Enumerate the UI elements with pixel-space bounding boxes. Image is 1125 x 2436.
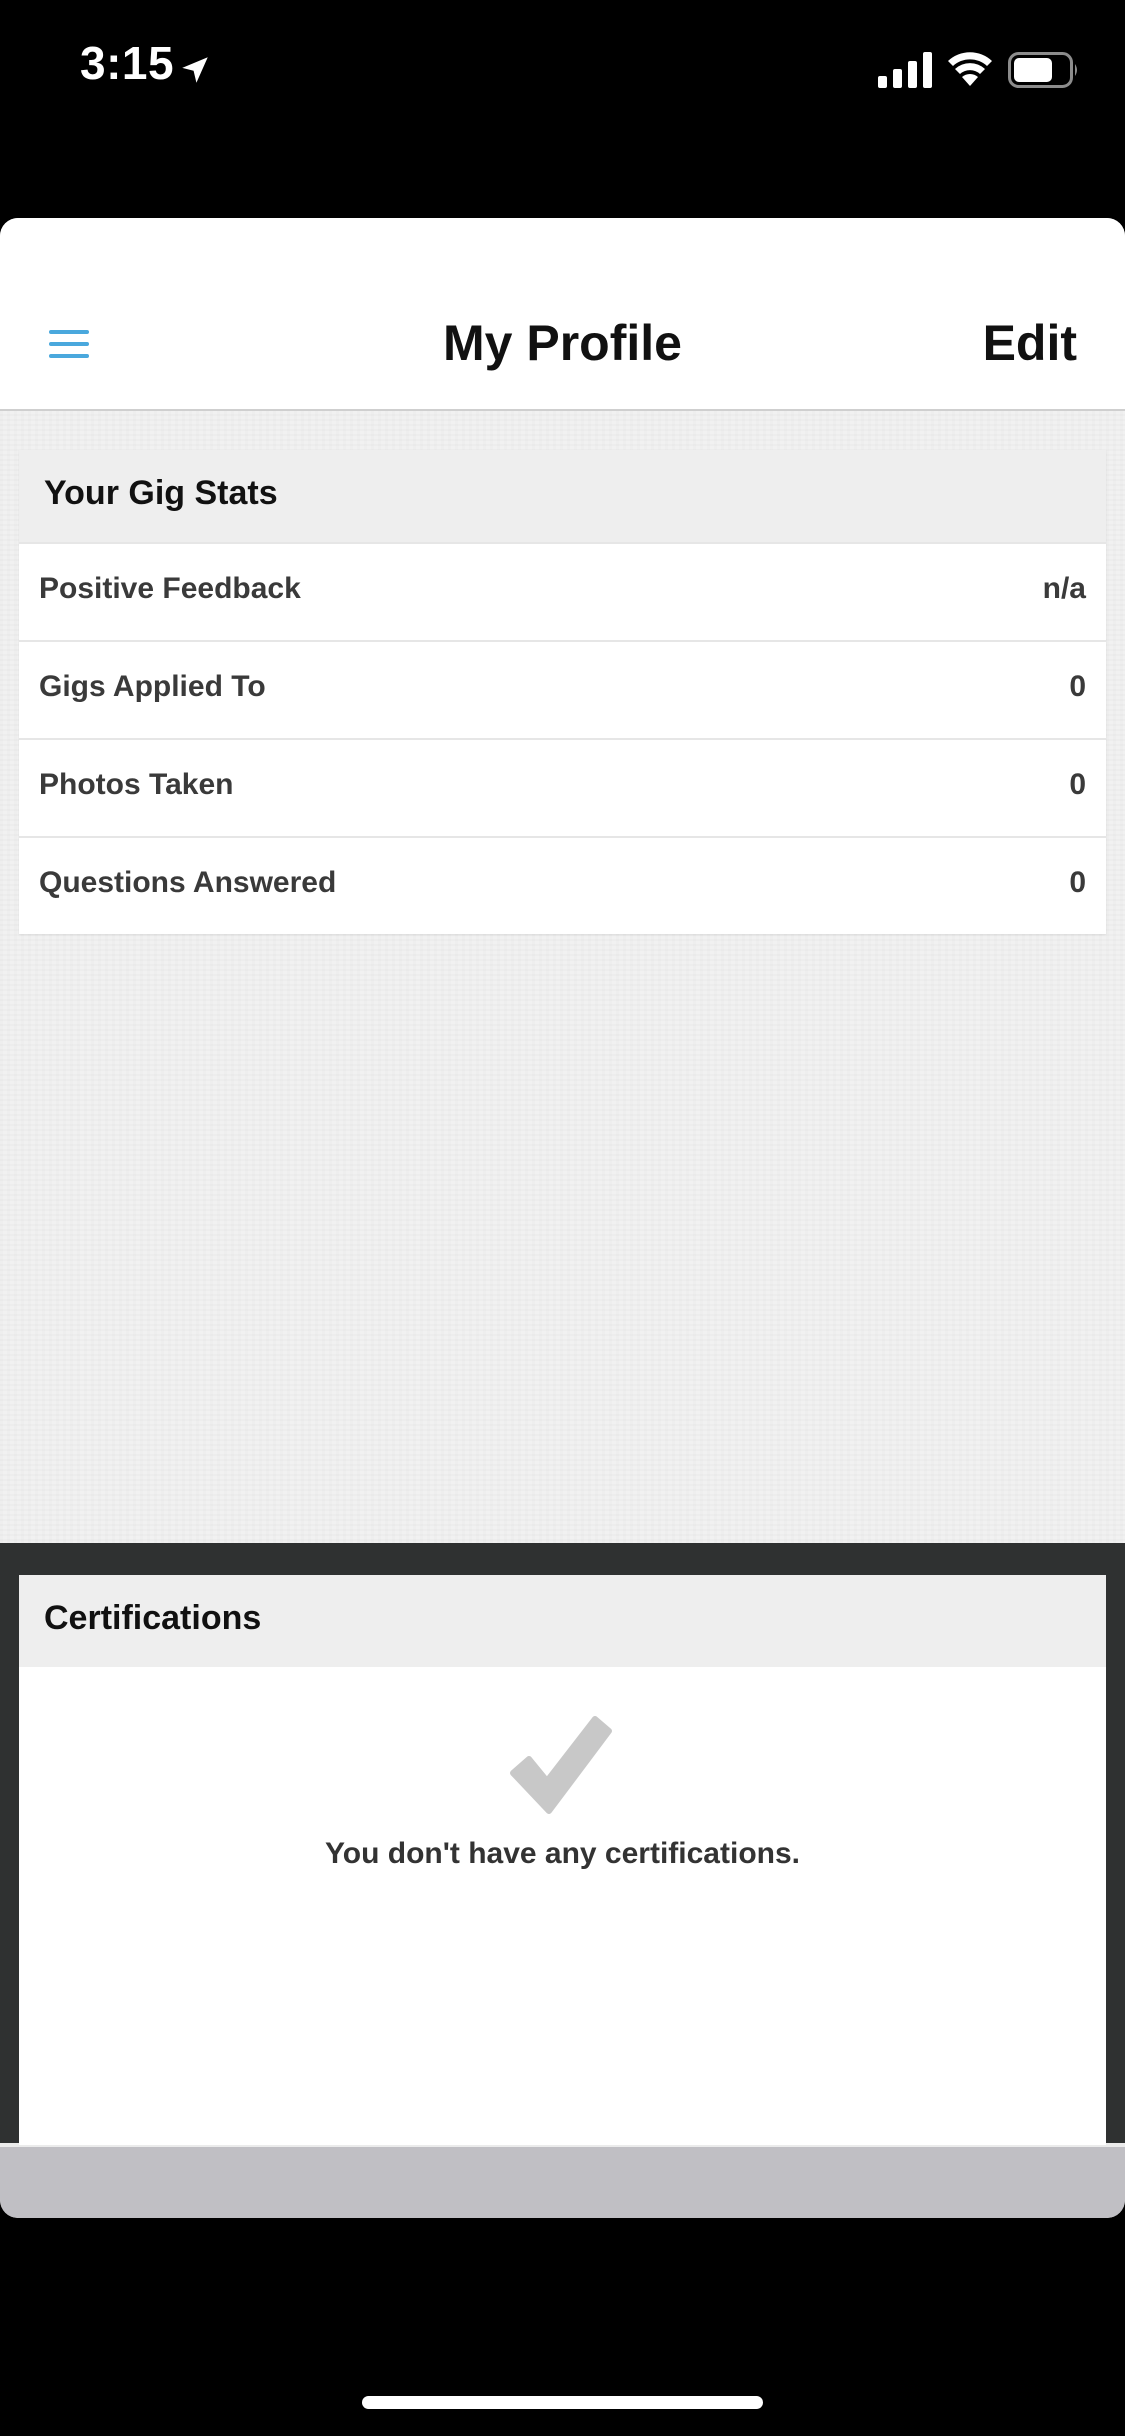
certifications-title: Certifications bbox=[44, 1599, 262, 1637]
stat-row-questions-answered: Questions Answered 0 bbox=[19, 836, 1106, 934]
stat-label: Gigs Applied To bbox=[39, 670, 266, 703]
gig-stats-header: Your Gig Stats bbox=[19, 450, 1106, 542]
edit-button[interactable]: Edit bbox=[983, 314, 1077, 372]
stat-row-gigs-applied: Gigs Applied To 0 bbox=[19, 640, 1106, 738]
stat-value: 0 bbox=[1069, 866, 1086, 899]
app-sheet: My Profile Edit Your Gig Stats Positive … bbox=[0, 218, 1125, 2218]
stat-row-positive-feedback: Positive Feedback n/a bbox=[19, 542, 1106, 640]
stat-label: Questions Answered bbox=[39, 866, 337, 899]
battery-icon bbox=[1008, 52, 1077, 88]
certifications-header: Certifications bbox=[19, 1575, 1106, 1667]
bottom-bar bbox=[0, 2147, 1125, 2218]
stat-label: Photos Taken bbox=[39, 768, 234, 801]
status-time: 3:15 bbox=[80, 37, 175, 89]
stat-value: n/a bbox=[1042, 572, 1086, 605]
stat-row-photos-taken: Photos Taken 0 bbox=[19, 738, 1106, 836]
empty-state-message: You don't have any certifications. bbox=[324, 1837, 800, 1870]
wifi-icon bbox=[948, 52, 992, 86]
location-arrow-icon bbox=[182, 57, 208, 83]
navigation-bar: My Profile Edit bbox=[0, 218, 1125, 411]
stat-label: Positive Feedback bbox=[39, 572, 301, 605]
stat-value: 0 bbox=[1069, 768, 1086, 801]
stat-value: 0 bbox=[1069, 670, 1086, 703]
checkmark-icon bbox=[510, 1716, 612, 1814]
home-indicator[interactable] bbox=[362, 2396, 763, 2409]
page-title: My Profile bbox=[443, 315, 682, 371]
certifications-panel: Certifications You don't have any certif… bbox=[19, 1575, 1106, 2145]
status-bar: 3:15 bbox=[0, 0, 1125, 140]
gig-stats-panel: Your Gig Stats Positive Feedback n/a Gig… bbox=[19, 450, 1106, 934]
gig-stats-title: Your Gig Stats bbox=[44, 474, 278, 512]
signal-icon bbox=[878, 52, 932, 88]
